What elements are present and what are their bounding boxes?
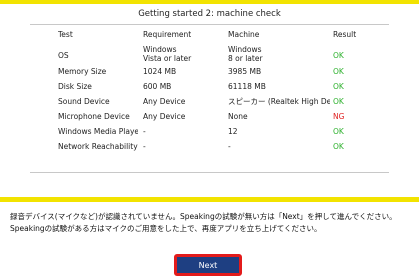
cell-machine: スピーカー (Realtek High Defir (228, 97, 330, 106)
header-test: Test (58, 30, 73, 39)
next-button[interactable]: Next (174, 254, 242, 276)
table-row-disk: Disk Size 600 MB 61118 MB OK (0, 82, 419, 97)
table-row-microphone: Microphone Device Any Device None NG (0, 112, 419, 127)
divider-top (30, 24, 389, 25)
cell-result: OK (333, 67, 344, 76)
cell-requirement: 600 MB (143, 82, 172, 91)
requirement-line2: Vista or later (143, 54, 192, 63)
table-row-media-player: Windows Media Player - 12 OK (0, 127, 419, 142)
frame-top-border (0, 0, 419, 4)
table-header-row: Test Requirement Machine Result (0, 30, 419, 45)
cell-requirement: Any Device (143, 97, 186, 106)
table-row-os: OS Windows Vista or later Windows 8 or l… (0, 45, 419, 67)
cell-test: Sound Device (58, 97, 110, 106)
machine-line1: Windows (228, 45, 262, 54)
cell-test: Memory Size (58, 67, 107, 76)
cell-result: OK (333, 51, 344, 60)
cell-test: Network Reachability (58, 142, 138, 151)
header-result: Result (333, 30, 357, 39)
cell-test: Disk Size (58, 82, 92, 91)
message-line1: 録音デバイス(マイクなど)が認識されていません。Speakingの試験が無い方は… (10, 212, 397, 221)
cell-result: OK (333, 127, 344, 136)
cell-requirement: Any Device (143, 112, 186, 121)
cell-machine: Windows 8 or later (228, 45, 330, 63)
cell-result: NG (333, 112, 345, 121)
cell-machine: 12 (228, 127, 238, 136)
cell-machine: None (228, 112, 248, 121)
frame-separator (0, 197, 419, 202)
machine-line2: 8 or later (228, 54, 263, 63)
cell-requirement: Windows Vista or later (143, 45, 221, 63)
cell-machine: 61118 MB (228, 82, 266, 91)
next-button-label: Next (177, 257, 239, 273)
warning-message: 録音デバイス(マイクなど)が認識されていません。Speakingの試験が無い方は… (10, 211, 415, 234)
cell-result: OK (333, 142, 344, 151)
table-row-network: Network Reachability - - OK (0, 142, 419, 157)
cell-test: OS (58, 51, 69, 60)
cell-machine: 3985 MB (228, 67, 262, 76)
divider-bottom (30, 172, 389, 173)
header-requirement: Requirement (143, 30, 192, 39)
cell-result: OK (333, 82, 344, 91)
requirement-line1: Windows (143, 45, 177, 54)
machine-check-window: Getting started 2: machine check Test Re… (0, 0, 419, 279)
check-table: Test Requirement Machine Result OS Windo… (0, 30, 419, 157)
cell-requirement: 1024 MB (143, 67, 177, 76)
page-title: Getting started 2: machine check (138, 9, 281, 19)
cell-result: OK (333, 97, 344, 106)
table-row-sound: Sound Device Any Device スピーカー (Realtek H… (0, 97, 419, 112)
header-machine: Machine (228, 30, 260, 39)
table-row-memory: Memory Size 1024 MB 3985 MB OK (0, 67, 419, 82)
cell-test: Windows Media Player (58, 127, 138, 136)
cell-requirement: - (143, 142, 146, 151)
cell-machine: - (228, 142, 231, 151)
cell-test: Microphone Device (58, 112, 130, 121)
cell-requirement: - (143, 127, 146, 136)
message-line2: Speakingの試験がある方はマイクのご用意をした上で、再度アプリを立ち上げて… (10, 223, 322, 233)
